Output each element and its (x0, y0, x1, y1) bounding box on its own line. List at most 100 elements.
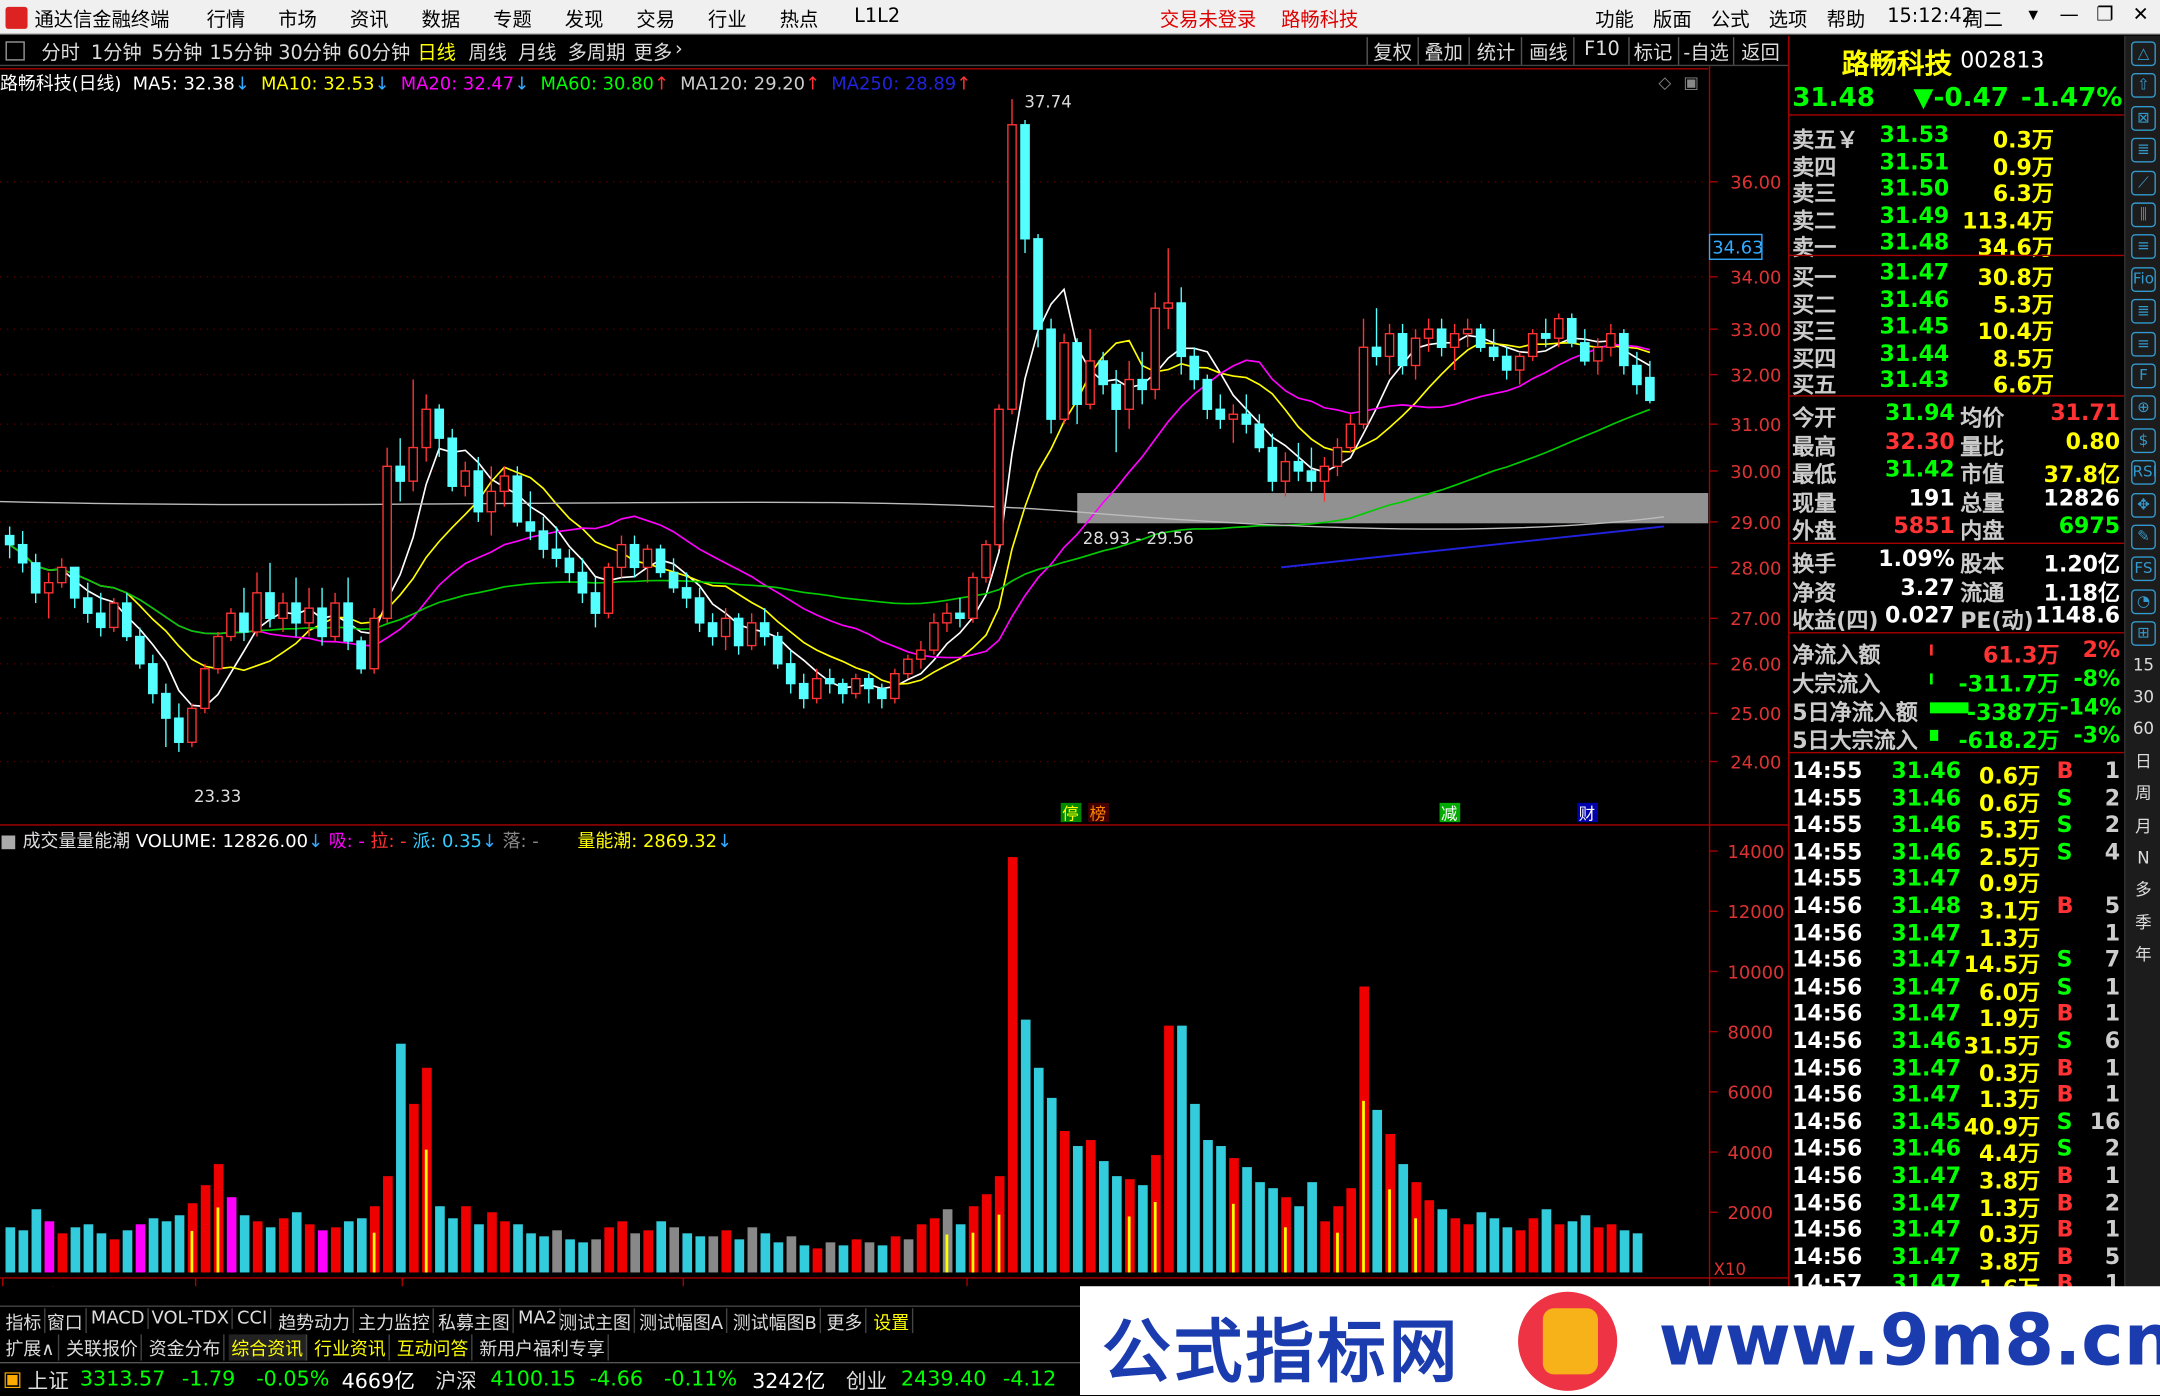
side-tool-icon[interactable]: $ (2131, 428, 2156, 453)
side-tool-icon[interactable]: ⊞ (2131, 621, 2156, 647)
info-tab[interactable]: 新用户福利专享 (477, 1334, 609, 1361)
volume-bar (383, 1176, 393, 1273)
candle-body (1124, 378, 1134, 410)
info-tab[interactable]: 综合资讯 (228, 1334, 308, 1361)
menu-item[interactable]: L1L2 (854, 6, 900, 28)
tool-button[interactable]: F10 (1584, 39, 1620, 61)
period-tab[interactable]: 更多 (634, 39, 673, 67)
side-tool-icon[interactable]: Fio (2131, 266, 2156, 292)
period-tab-active[interactable]: 日线 (417, 39, 456, 67)
side-tool-icon[interactable]: ✎ (2131, 524, 2156, 550)
tool-button[interactable]: 返回 (1741, 39, 1780, 67)
info-tab[interactable]: 行业资讯 (311, 1334, 390, 1361)
side-tool-icon[interactable]: 30 (2131, 686, 2156, 711)
indicator-tab[interactable]: 趋势动力 (276, 1308, 355, 1335)
indicator-tab[interactable]: 窗口 (44, 1308, 87, 1335)
bid-row-cell: 31.46 (1879, 285, 1950, 313)
menu-item[interactable]: 市场 (278, 6, 317, 34)
side-tool-icon[interactable]: 60 (2131, 718, 2156, 743)
menu-item[interactable]: 数据 (422, 6, 461, 34)
side-tool-icon[interactable]: ⟋ (2131, 170, 2156, 195)
side-tool-icon[interactable]: 季 (2131, 911, 2156, 936)
period-tab[interactable]: 1分钟 (91, 39, 142, 67)
side-tool-icon[interactable]: ≡ (2131, 234, 2156, 260)
period-tab[interactable]: 多周期 (568, 39, 626, 67)
side-tool-icon[interactable]: ⇧ (2131, 73, 2156, 99)
close-icon[interactable]: ✕ (2127, 4, 2155, 30)
dropdown-icon[interactable]: ▾ (2019, 4, 2047, 30)
period-tab[interactable]: 30分钟 (278, 39, 341, 67)
side-tool-icon[interactable]: ◔ (2131, 589, 2156, 614)
side-tool-icon[interactable]: 月 (2131, 815, 2156, 840)
period-tab[interactable]: 60分钟 (347, 39, 410, 67)
menu-item[interactable]: 资讯 (350, 6, 389, 34)
menu-item[interactable]: 行业 (708, 6, 747, 34)
side-tool-icon[interactable]: FS (2131, 556, 2156, 582)
menu-item[interactable]: 公式 (1711, 6, 1750, 34)
menu-item[interactable]: 版面 (1653, 6, 1692, 34)
indicator-tab[interactable]: 私募主图 (435, 1308, 514, 1335)
side-tool-icon[interactable]: ≣ (2131, 299, 2156, 324)
menu-item[interactable]: 功能 (1595, 6, 1634, 34)
side-tool-icon[interactable]: ⊠ (2131, 105, 2156, 131)
indicator-tab[interactable]: 测试幅图B (730, 1308, 821, 1335)
kline-chart[interactable]: 36.00 34.00 33.00 32.00 31.00 30.00 29.00 28.00… (0, 66, 1789, 1287)
info-tab[interactable]: 资金分布 (146, 1334, 225, 1361)
indicator-tab[interactable]: MA2 (515, 1308, 562, 1329)
tool-button[interactable]: 画线 (1529, 39, 1568, 67)
hs-name[interactable]: 沪深 (435, 1366, 476, 1395)
indicator-tab[interactable]: 测试主图 (557, 1308, 636, 1335)
chevron-right-icon[interactable]: › (675, 39, 683, 61)
info-tab[interactable]: 互动问答 (394, 1334, 473, 1361)
square-icon: ■ (0, 831, 17, 853)
indicator-tab[interactable]: 设置 (871, 1308, 914, 1335)
tool-button[interactable]: 叠加 (1424, 39, 1463, 67)
period-tab[interactable]: 月线 (518, 39, 557, 67)
indicator-tab[interactable]: 指标 (3, 1308, 46, 1335)
period-tab[interactable]: 周线 (468, 39, 507, 67)
indicator-tab[interactable]: VOL-TDX (149, 1308, 234, 1329)
menu-item[interactable]: 发现 (565, 6, 604, 34)
cy-name[interactable]: 创业 (846, 1366, 887, 1395)
side-tool-icon[interactable]: 年 (2131, 944, 2156, 969)
period-tab[interactable]: 5分钟 (152, 39, 203, 67)
indicator-tab[interactable]: MACD (88, 1308, 149, 1329)
sh-name[interactable]: 上证 (28, 1366, 69, 1395)
menu-item[interactable]: 热点 (780, 6, 819, 34)
period-tab[interactable]: 15分钟 (209, 39, 272, 67)
login-status[interactable]: 交易未登录 (1160, 6, 1256, 34)
side-tool-icon[interactable]: ≣ (2131, 137, 2156, 163)
period-tab[interactable]: 分时 (41, 39, 80, 67)
side-tool-icon[interactable]: N (2131, 847, 2156, 872)
indicator-tab[interactable]: 主力监控 (355, 1308, 434, 1335)
side-tool-icon[interactable]: RSI (2131, 460, 2157, 486)
side-tool-icon[interactable]: ≡ (2131, 331, 2156, 357)
tool-button[interactable]: 标记 (1634, 39, 1673, 67)
tool-button[interactable]: 复权 (1373, 39, 1412, 67)
info-tab[interactable]: 扩展∧ (3, 1334, 59, 1361)
side-tool-icon[interactable]: ⊕ (2131, 395, 2156, 421)
indicator-tab[interactable]: CCI (234, 1308, 272, 1329)
minimize-icon[interactable]: — (2055, 4, 2083, 30)
side-tool-icon[interactable]: 15 (2131, 654, 2156, 679)
menu-item[interactable]: 选项 (1769, 6, 1808, 34)
menu-item[interactable]: 行情 (207, 6, 246, 34)
status-square-icon[interactable]: ▣ (3, 1366, 23, 1391)
side-tool-icon[interactable]: ⫼ (2131, 202, 2156, 228)
tool-button[interactable]: 统计 (1477, 39, 1516, 67)
side-tool-icon[interactable]: ✥ (2131, 492, 2156, 518)
side-tool-icon[interactable]: F (2131, 363, 2156, 389)
menu-item[interactable]: 帮助 (1827, 6, 1866, 34)
side-tool-icon[interactable]: 日 (2131, 750, 2156, 775)
indicator-tab[interactable]: 测试幅图A (636, 1308, 728, 1335)
indicator-tab[interactable]: 更多 (824, 1308, 867, 1335)
tool-button[interactable]: -自选 (1683, 39, 1729, 67)
side-tool-icon[interactable]: 多 (2131, 879, 2156, 904)
side-tool-icon[interactable]: △ (2131, 41, 2156, 67)
menu-square-icon[interactable] (5, 41, 25, 61)
side-tool-icon[interactable]: 周 (2131, 782, 2156, 807)
menu-item[interactable]: 交易 (636, 6, 675, 34)
info-tab[interactable]: 关联报价 (63, 1334, 142, 1361)
restore-icon[interactable]: ❐ (2091, 4, 2119, 30)
menu-item[interactable]: 专题 (493, 6, 532, 34)
